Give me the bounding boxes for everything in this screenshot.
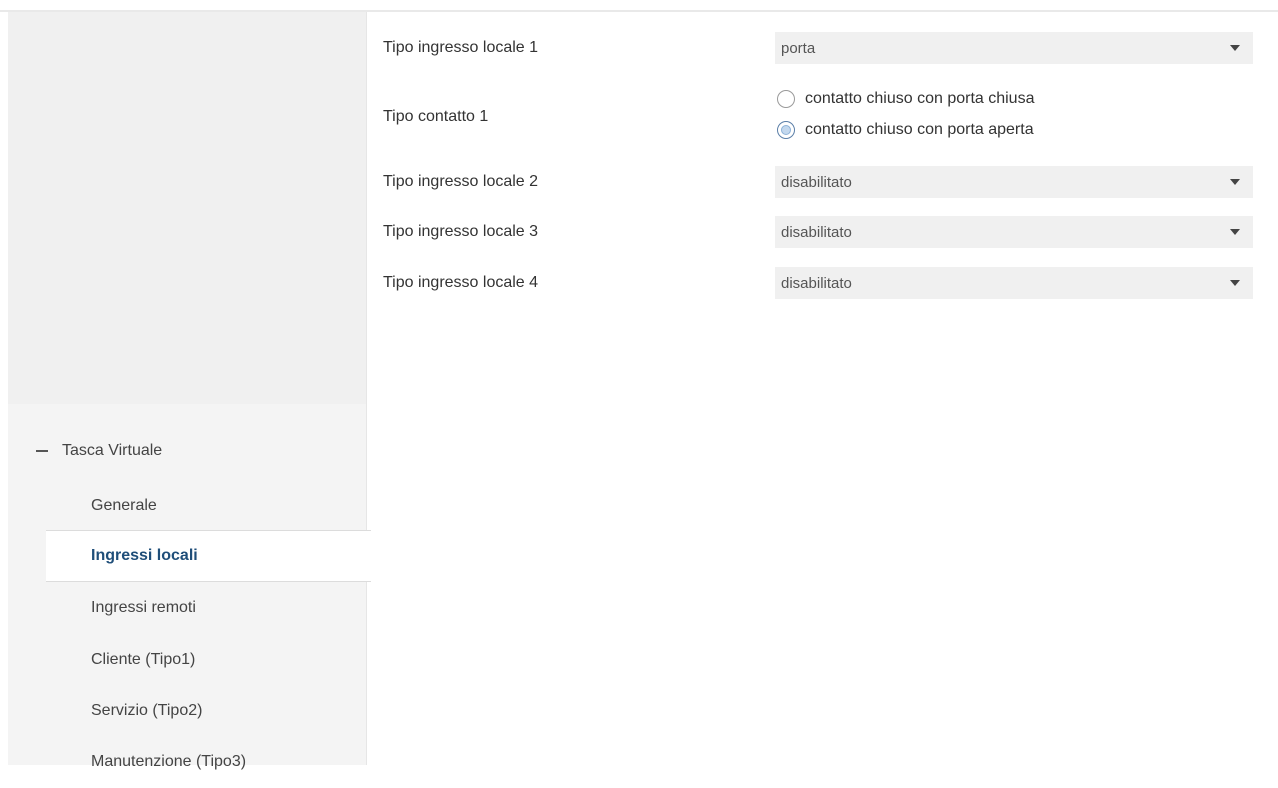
sidebar-item-manutenzione[interactable]: Manutenzione (Tipo3) bbox=[8, 736, 366, 788]
contact1-label: Tipo contatto 1 bbox=[383, 108, 489, 125]
tree-group-label: Tasca Virtuale bbox=[62, 442, 163, 459]
sidebar-item-servizio[interactable]: Servizio (Tipo2) bbox=[8, 685, 366, 737]
input2-type-select[interactable]: disabilitato bbox=[775, 166, 1253, 198]
sidebar-header-panel bbox=[8, 12, 366, 404]
contact1-option-open-label: contatto chiuso con porta aperta bbox=[805, 121, 1034, 138]
sidebar: Tasca Virtuale Generale Ingressi locali … bbox=[0, 12, 371, 770]
input1-type-select[interactable]: porta bbox=[775, 32, 1253, 64]
input3-label: Tipo ingresso locale 3 bbox=[383, 223, 539, 240]
sidebar-item-ingressi-locali[interactable]: Ingressi locali bbox=[46, 530, 371, 582]
input4-selected-value: disabilitato bbox=[781, 274, 852, 292]
tree-group-tasca-virtuale[interactable]: Tasca Virtuale bbox=[8, 426, 366, 476]
minus-icon[interactable] bbox=[36, 450, 48, 452]
sidebar-item-generale[interactable]: Generale bbox=[8, 480, 366, 532]
contact1-option-closed[interactable]: contatto chiuso con porta chiusa bbox=[777, 90, 1034, 108]
caret-down-icon bbox=[1230, 45, 1240, 51]
input4-type-select[interactable]: disabilitato bbox=[775, 267, 1253, 299]
contact1-option-closed-label: contatto chiuso con porta chiusa bbox=[805, 90, 1035, 107]
sidebar-item-cliente[interactable]: Cliente (Tipo1) bbox=[8, 634, 366, 686]
input1-label: Tipo ingresso locale 1 bbox=[383, 39, 539, 56]
input2-selected-value: disabilitato bbox=[781, 173, 852, 191]
radio-checked-icon[interactable] bbox=[777, 121, 795, 139]
input1-selected-value: porta bbox=[781, 39, 816, 57]
input2-label: Tipo ingresso locale 2 bbox=[383, 173, 539, 190]
input4-label: Tipo ingresso locale 4 bbox=[383, 274, 539, 291]
parameters-form: Tipo ingresso locale 1 porta Tipo contat… bbox=[367, 12, 1278, 765]
input3-type-select[interactable]: disabilitato bbox=[775, 216, 1253, 248]
caret-down-icon bbox=[1230, 179, 1240, 185]
sidebar-item-ingressi-remoti[interactable]: Ingressi remoti bbox=[8, 582, 366, 634]
contact1-option-open[interactable]: contatto chiuso con porta aperta bbox=[777, 121, 1034, 139]
radio-unchecked-icon[interactable] bbox=[777, 90, 795, 108]
input3-selected-value: disabilitato bbox=[781, 223, 852, 241]
caret-down-icon bbox=[1230, 229, 1240, 235]
caret-down-icon bbox=[1230, 280, 1240, 286]
sidebar-tree: Tasca Virtuale Generale Ingressi locali … bbox=[8, 404, 371, 770]
